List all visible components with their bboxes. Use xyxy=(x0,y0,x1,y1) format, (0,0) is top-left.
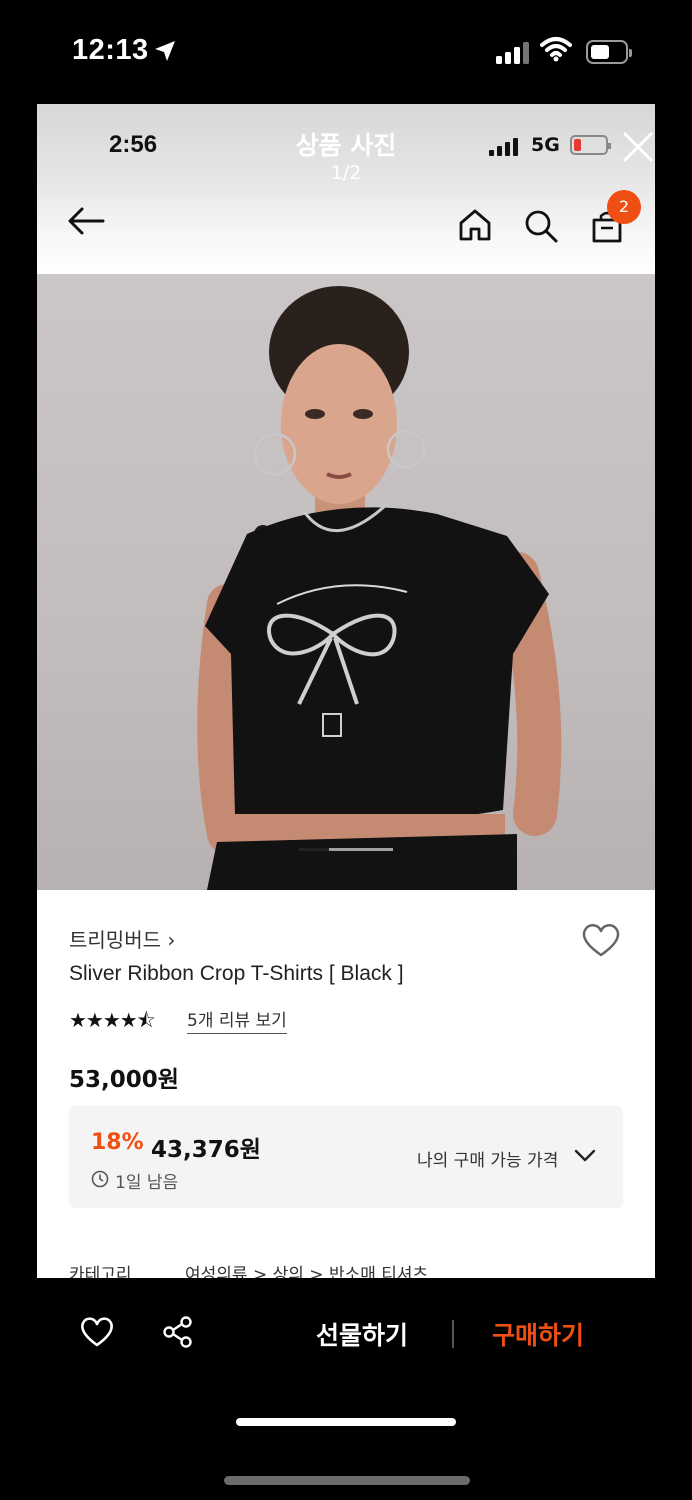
my-price-box[interactable]: 18% 43,376원 1일 남음 나의 구매 가능 가격 xyxy=(69,1106,623,1208)
search-icon[interactable] xyxy=(523,208,559,244)
inner-home-indicator xyxy=(236,1418,456,1426)
review-link[interactable]: 5개 리뷰 보기 xyxy=(187,1006,287,1034)
product-screenshot-viewer: 2:56 상품 사진 1/2 5G 2 트리밍버드 › Sliver Ribbo… xyxy=(37,104,655,1278)
inner-battery-icon xyxy=(570,135,611,155)
product-name: Sliver Ribbon Crop T-Shirts [ Black ] xyxy=(69,962,404,985)
bottom-action-bar xyxy=(0,1278,692,1500)
battery-icon xyxy=(586,40,632,64)
my-price-label: 나의 구매 가능 가격 xyxy=(417,1151,559,1171)
cart-count-badge: 2 xyxy=(607,190,641,224)
category-row: 카테고리 여성의류 > 상의 > 반소매 티셔츠 xyxy=(69,1260,428,1278)
outer-status-bar: 12:13 xyxy=(0,0,692,104)
home-icon[interactable] xyxy=(457,208,493,242)
viewer-title: 상품 사진 xyxy=(295,131,397,160)
buy-button[interactable]: 구매하기 xyxy=(492,1316,584,1352)
wifi-icon xyxy=(540,37,572,62)
wishlist-heart-icon[interactable] xyxy=(581,922,621,958)
cellular-signal-icon xyxy=(496,42,530,64)
chevron-down-icon[interactable] xyxy=(573,1148,597,1164)
network-type: 5G xyxy=(531,134,560,156)
category-label: 카테고리 xyxy=(69,1265,132,1278)
product-photo[interactable] xyxy=(37,274,655,890)
location-arrow-icon xyxy=(155,41,175,61)
original-price: 53,000원 xyxy=(69,1067,179,1093)
photo-counter: 1/2 xyxy=(330,162,362,184)
time-remaining: 1일 남음 xyxy=(115,1173,179,1193)
action-divider xyxy=(452,1320,454,1348)
inner-signal-icon xyxy=(489,138,519,156)
back-arrow-icon[interactable] xyxy=(67,206,105,236)
close-icon[interactable] xyxy=(621,130,655,164)
gift-button[interactable]: 선물하기 xyxy=(316,1316,408,1352)
inner-header: 2:56 상품 사진 1/2 5G 2 xyxy=(37,104,655,274)
category-path[interactable]: 여성의류 > 상의 > 반소매 티셔츠 xyxy=(185,1265,428,1278)
status-time: 12:13 xyxy=(72,34,149,66)
discount-rate: 18% xyxy=(91,1130,144,1155)
clock-icon xyxy=(91,1170,109,1188)
rating-stars: ★★★★⯪ xyxy=(69,1008,156,1032)
sale-price: 43,376원 xyxy=(151,1137,261,1163)
like-heart-icon[interactable] xyxy=(80,1316,114,1348)
home-indicator[interactable] xyxy=(224,1476,470,1485)
share-icon[interactable] xyxy=(162,1316,194,1348)
brand-link[interactable]: 트리밍버드 › xyxy=(69,924,175,953)
photo-pager xyxy=(299,848,393,851)
model-illustration xyxy=(197,286,562,890)
